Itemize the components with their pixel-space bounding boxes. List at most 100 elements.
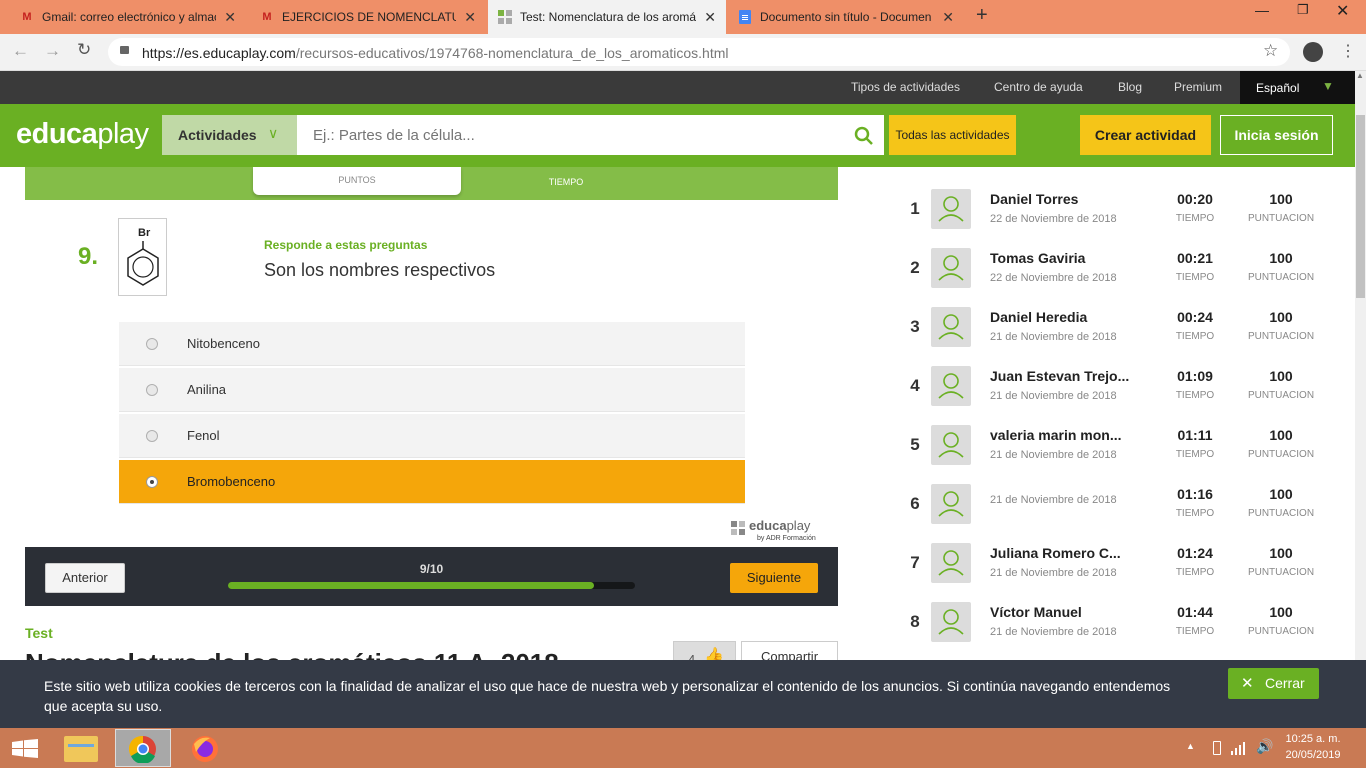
network-icon[interactable] (1231, 741, 1247, 755)
player-score: 100 (1269, 545, 1293, 561)
player-name: Tomas Gaviria (990, 250, 1086, 266)
activity-category[interactable]: Test (25, 625, 53, 641)
play-date: 21 de Noviembre de 2018 (990, 331, 1117, 343)
answer-label: Nitobenceno (187, 336, 260, 351)
browser-tab-educaplay[interactable]: Test: Nomenclatura de los aromá ✕ (488, 0, 726, 34)
cookie-text: Este sitio web utiliza cookies de tercer… (44, 678, 1171, 714)
bookmark-star-icon[interactable]: ☆ (1263, 41, 1278, 61)
user-avatar-icon (931, 543, 971, 583)
time-caption: TIEMPO (1175, 449, 1215, 460)
browser-tab-gmail[interactable]: M Gmail: correo electrónico y almac ✕ (10, 0, 246, 34)
leaderboard-row: 2 Tomas Gaviria 22 de Noviembre de 2018 00:… (895, 248, 1355, 307)
search-input[interactable] (297, 115, 847, 155)
file-explorer-icon[interactable] (64, 736, 98, 762)
category-dropdown[interactable]: Actividades ∨ (162, 115, 297, 155)
radio-button[interactable] (146, 337, 158, 350)
close-tab-icon[interactable]: ✕ (942, 9, 954, 26)
new-tab-icon[interactable]: + (976, 4, 988, 27)
restore-icon[interactable]: ❐ (1297, 2, 1309, 18)
score-caption: PUNTUACION (1247, 272, 1315, 283)
answer-option-selected[interactable]: Bromobenceno (119, 460, 745, 504)
windows-start-icon[interactable] (12, 739, 38, 759)
rank-number: 2 (910, 258, 920, 277)
logo[interactable]: educaplay (16, 118, 149, 151)
language-selector[interactable]: Español ▼ (1240, 71, 1355, 104)
close-window-icon[interactable]: ✕ (1336, 1, 1349, 21)
share-button[interactable]: Compartir (741, 641, 838, 660)
score-caption: PUNTUACION (1247, 213, 1315, 224)
play-date: 21 de Noviembre de 2018 (990, 494, 1117, 506)
clock-date[interactable]: 20/05/2019 (1283, 749, 1343, 761)
search-box (297, 115, 884, 155)
radio-button[interactable] (146, 429, 158, 442)
url-field[interactable]: https://es.educaplay.com/recursos-educat… (108, 38, 1290, 66)
create-activity-button[interactable]: Crear actividad (1080, 115, 1211, 155)
score-caption: PUNTUACION (1247, 567, 1315, 578)
answer-option[interactable]: Anilina (119, 368, 745, 412)
leaderboard-row: 3 Daniel Heredia 21 de Noviembre de 2018 00… (895, 307, 1355, 366)
page-scrollbar[interactable]: ▲ ▼ (1355, 71, 1366, 728)
user-avatar-icon (931, 602, 971, 642)
user-avatar-icon (931, 425, 971, 465)
user-avatar-icon (931, 189, 971, 229)
like-button[interactable]: 4 👍 (673, 641, 736, 660)
nav-premium[interactable]: Premium (1174, 71, 1222, 104)
previous-button[interactable]: Anterior (45, 563, 125, 593)
rank-number: 1 (910, 199, 920, 218)
quiz-navigation-bar: Anterior 9/10 Siguiente (25, 547, 838, 606)
category-label: Actividades (178, 127, 257, 143)
back-icon[interactable]: ← (12, 41, 29, 61)
nav-blog[interactable]: Blog (1118, 71, 1142, 104)
minimize-icon[interactable]: — (1255, 2, 1269, 18)
leaderboard-row: 6 21 de Noviembre de 2018 01:16 TIEMPO 100 PU… (895, 484, 1355, 543)
login-button[interactable]: Inicia sesión (1220, 115, 1333, 155)
chrome-taskbar-button[interactable] (115, 729, 171, 767)
radio-button[interactable] (146, 475, 158, 488)
scroll-up-icon[interactable]: ▲ (1356, 71, 1364, 80)
player-time: 01:44 (1177, 604, 1213, 620)
close-tab-icon[interactable]: ✕ (464, 9, 476, 26)
firefox-icon[interactable] (190, 734, 220, 764)
answer-option[interactable]: Fenol (119, 414, 745, 458)
time-caption: TIEMPO (1175, 567, 1215, 578)
brand-subtitle: by ADR Formación (757, 535, 816, 542)
chevron-down-icon: ∨ (268, 125, 279, 141)
forward-icon[interactable]: → (44, 41, 61, 61)
address-bar: ← → ↻ https://es.educaplay.com/recursos-… (0, 34, 1366, 71)
clock-time[interactable]: 10:25 a. m. (1283, 733, 1343, 745)
all-activities-button[interactable]: Todas las actividades (889, 115, 1016, 155)
time-label: TIEMPO (548, 177, 584, 187)
cookie-close-button[interactable]: ✕ Cerrar (1228, 668, 1319, 699)
user-avatar-icon (931, 484, 971, 524)
nav-tipos-actividades[interactable]: Tipos de actividades (851, 71, 960, 104)
score-caption: PUNTUACION (1247, 390, 1315, 401)
close-tab-icon[interactable]: ✕ (224, 9, 236, 26)
time-caption: TIEMPO (1175, 272, 1215, 283)
player-name: valeria marin mon... (990, 427, 1122, 443)
scrollbar-thumb[interactable] (1356, 115, 1365, 298)
cookie-banner: Este sitio web utiliza cookies de tercer… (0, 660, 1366, 728)
close-tab-icon[interactable]: ✕ (704, 9, 716, 26)
battery-icon[interactable] (1213, 741, 1221, 755)
tray-expand-icon[interactable]: ▲ (1186, 741, 1195, 751)
nav-centro-ayuda[interactable]: Centro de ayuda (994, 71, 1083, 104)
browser-tab-docs[interactable]: Documento sin título - Documen ✕ (728, 0, 964, 34)
volume-icon[interactable]: 🔊 (1256, 738, 1273, 755)
leaderboard-row: 4 Juan Estevan Trejo... 21 de Noviembre de… (895, 366, 1355, 425)
leaderboard-row: 8 Víctor Manuel 21 de Noviembre de 2018 01:… (895, 602, 1355, 661)
next-button[interactable]: Siguiente (730, 563, 818, 593)
question-image[interactable]: Br (118, 218, 167, 296)
browser-tab-ejercicios[interactable]: M EJERCICIOS DE NOMENCLATURA ✕ (250, 0, 486, 34)
menu-dots-icon[interactable]: ⋮ (1340, 41, 1356, 61)
answer-option[interactable]: Nitobenceno (119, 322, 745, 366)
radio-button[interactable] (146, 383, 158, 396)
reload-icon[interactable]: ↻ (77, 40, 91, 60)
url-path: /recursos-educativos/1974768-nomenclatur… (295, 45, 729, 61)
player-score: 100 (1269, 486, 1293, 502)
question-instruction: Responde a estas preguntas (264, 238, 428, 252)
time-caption: TIEMPO (1175, 626, 1215, 637)
profile-avatar[interactable] (1303, 42, 1323, 62)
answer-label: Anilina (187, 382, 227, 397)
logo-text-b: play (97, 118, 149, 150)
search-icon[interactable] (854, 126, 874, 146)
